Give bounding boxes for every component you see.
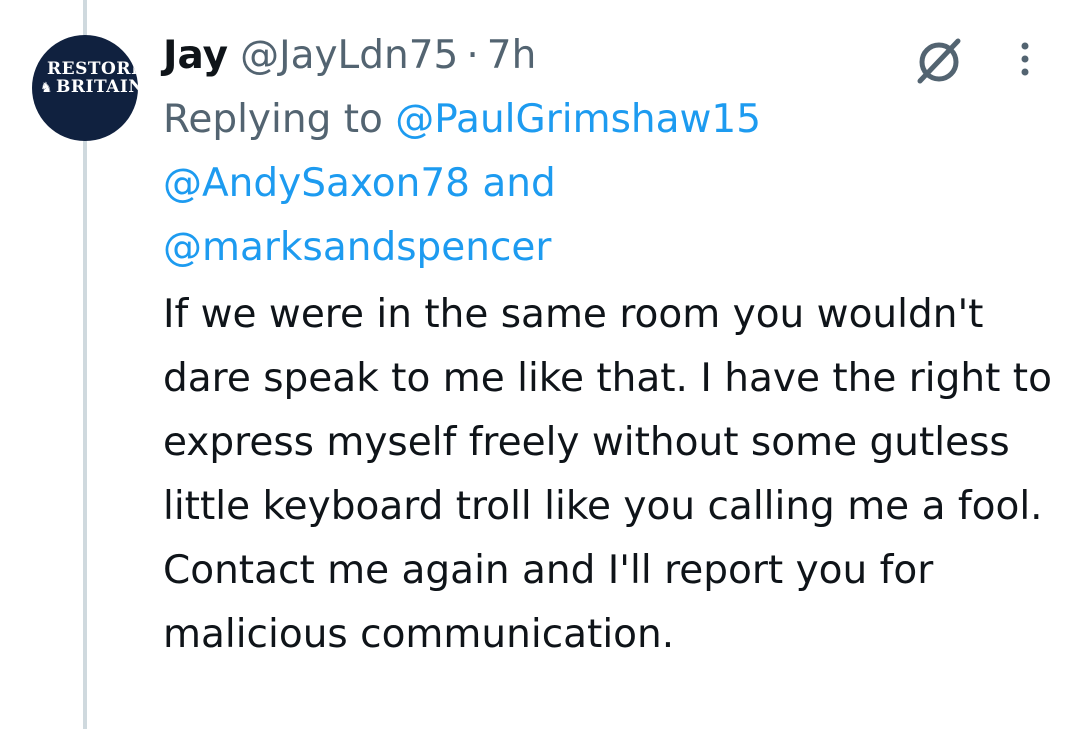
avatar[interactable]: RESTORE ♞ BRITAIN (32, 35, 138, 141)
tweet-timestamp[interactable]: 7h (487, 31, 537, 81)
replying-to-label: Replying to (163, 97, 383, 142)
header-separator: · (466, 33, 479, 78)
mention-conjunction[interactable]: and (482, 161, 555, 206)
author-name[interactable]: Jay (163, 31, 228, 81)
mention-link-2[interactable]: @AndySaxon78 (163, 161, 470, 206)
avatar-lion-icon: ♞ (40, 80, 53, 96)
avatar-text-line1: RESTORE (47, 59, 138, 79)
tweet-text: If we were in the same room you wouldn't… (163, 292, 1052, 657)
more-vertical-icon[interactable] (1010, 38, 1040, 82)
replying-to-line: Replying to @PaulGrimshaw15 @AndySaxon78… (163, 88, 1043, 280)
author-handle[interactable]: @JayLdn75 (240, 31, 458, 81)
grok-icon[interactable] (912, 33, 966, 87)
avatar-text-line2: BRITAIN (56, 77, 138, 97)
tweet-header: Jay @JayLdn75 · 7h (163, 31, 536, 81)
mention-link-3[interactable]: @marksandspencer (163, 225, 551, 270)
mention-link-1[interactable]: @PaulGrimshaw15 (395, 97, 761, 142)
